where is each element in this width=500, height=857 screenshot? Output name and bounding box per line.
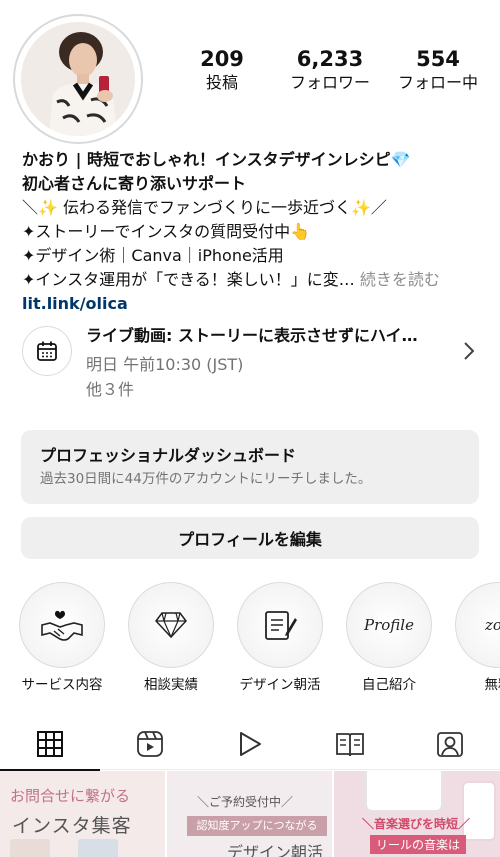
profile-name: かおり | 時短でおしゃれ！インスタデザインレシピ💎 <box>22 150 411 169</box>
following-stat[interactable]: 554 フォロー中 <box>386 46 490 94</box>
profile-bio: かおり | 時短でおしゃれ！インスタデザインレシピ💎 初心者さんに寄り添いサポー… <box>22 148 492 316</box>
calendar-icon <box>22 326 72 376</box>
upcoming-event[interactable]: ライブ動画: ストーリーに表示させずにハイ… 明日 午前10:30 (JST) … <box>22 322 482 406</box>
professional-dashboard[interactable]: プロフェッショナルダッシュボード 過去30日間に44万件のアカウントにリーチしま… <box>21 430 479 504</box>
profile-avatar[interactable] <box>13 14 143 144</box>
post-thumbnail[interactable]: ＼音楽選びを時短／ リールの音楽は <box>334 771 500 857</box>
following-count: 554 <box>416 47 460 71</box>
posts-grid: お問合せに繋がる インスタ集客 ＼ご予約受付中／ 認知度アップにつながる デザイ… <box>0 771 500 857</box>
followers-label: フォロワー <box>289 73 370 92</box>
highlight-label: サービス内容 <box>21 677 103 693</box>
post-text: リールの音楽は <box>370 835 467 854</box>
highlight-label: 相談実績 <box>144 677 198 693</box>
profile-stats: 209 投稿 6,233 フォロワー 554 フォロー中 <box>170 46 490 94</box>
read-more-link[interactable]: 続きを読む <box>360 270 440 289</box>
highlight-profile[interactable]: Profile 自己紹介 <box>339 582 439 694</box>
dashboard-subtitle: 過去30日間に44万件のアカウントにリーチしました。 <box>40 471 372 487</box>
posts-count: 209 <box>200 47 244 71</box>
handshake-icon <box>19 582 105 668</box>
highlight-morning[interactable]: デザイン朝活 <box>230 582 330 694</box>
profile-header: 209 投稿 6,233 フォロワー 554 フォロー中 <box>0 0 500 145</box>
post-image <box>10 839 50 857</box>
profile-tagline: 初心者さんに寄り添いサポート <box>22 174 247 193</box>
play-icon <box>237 730 263 762</box>
bio-line-2: ✦ストーリーでインスタの質問受付中👆 <box>22 222 311 241</box>
posts-label: 投稿 <box>205 73 238 92</box>
bio-line-3: ✦デザイン術｜Canva｜iPhone活用 <box>22 246 284 265</box>
phone-image <box>364 771 444 813</box>
reel-badge-icon <box>462 781 496 841</box>
bio-line-4: ✦インスタ運用が「できる！楽しい！」に変… <box>22 270 355 289</box>
tab-guides[interactable] <box>300 722 400 770</box>
highlight-service[interactable]: サービス内容 <box>12 582 112 694</box>
story-highlights: サービス内容 相談実績 デザイン朝活 Profile 自己紹介 zoo 無料 <box>0 582 500 697</box>
tagged-icon <box>436 730 464 762</box>
dashboard-title: プロフェッショナルダッシュボード <box>40 446 297 465</box>
highlight-free[interactable]: zoo 無料 <box>448 582 500 694</box>
notepad-icon <box>237 582 323 668</box>
highlight-label: 自己紹介 <box>362 677 416 693</box>
avatar-photo <box>21 22 135 136</box>
post-thumbnail[interactable]: ＼ご予約受付中／ 認知度アップにつながる デザイン朝活 <box>167 771 332 857</box>
reels-icon <box>136 730 164 762</box>
followers-stat[interactable]: 6,233 フォロワー <box>278 46 382 94</box>
posts-stat[interactable]: 209 投稿 <box>170 46 274 94</box>
tab-reels[interactable] <box>100 722 200 770</box>
highlight-cover-profile: Profile <box>346 582 432 668</box>
guide-icon <box>335 730 365 762</box>
post-text: お問合せに繋がる <box>10 787 131 805</box>
event-title: ライブ動画: ストーリーに表示させずにハイ… <box>86 326 418 345</box>
diamond-icon <box>128 582 214 668</box>
following-label: フォロー中 <box>397 73 478 92</box>
highlight-cover-zoom: zoo <box>455 582 500 668</box>
chevron-right-icon <box>462 340 476 366</box>
edit-profile-button[interactable]: プロフィールを編集 <box>21 517 479 559</box>
event-others: 他３件 <box>86 380 135 399</box>
tab-tagged[interactable] <box>400 722 500 770</box>
tab-posts[interactable] <box>0 722 100 771</box>
post-thumbnail[interactable]: お問合せに繋がる インスタ集客 <box>0 771 165 857</box>
post-image <box>78 839 118 857</box>
post-text: デザイン朝活 <box>227 843 324 857</box>
highlight-results[interactable]: 相談実績 <box>121 582 221 694</box>
bio-link[interactable]: lit.link/olica <box>22 292 492 316</box>
post-text: 認知度アップにつながる <box>187 816 327 836</box>
post-text: ＼音楽選びを時短／ <box>362 817 471 831</box>
event-time: 明日 午前10:30 (JST) <box>86 355 244 374</box>
followers-count: 6,233 <box>296 47 364 71</box>
grid-icon <box>36 730 64 762</box>
highlight-label: 無料 <box>484 677 500 693</box>
highlight-label: デザイン朝活 <box>239 677 321 693</box>
post-text: ＼ご予約受付中／ <box>197 795 294 809</box>
tab-videos[interactable] <box>200 722 300 770</box>
profile-tabs <box>0 722 500 771</box>
bio-line-1: ＼✨ 伝わる発信でファンづくりに一歩近づく✨／ <box>22 198 387 217</box>
post-text: インスタ集客 <box>12 815 132 837</box>
